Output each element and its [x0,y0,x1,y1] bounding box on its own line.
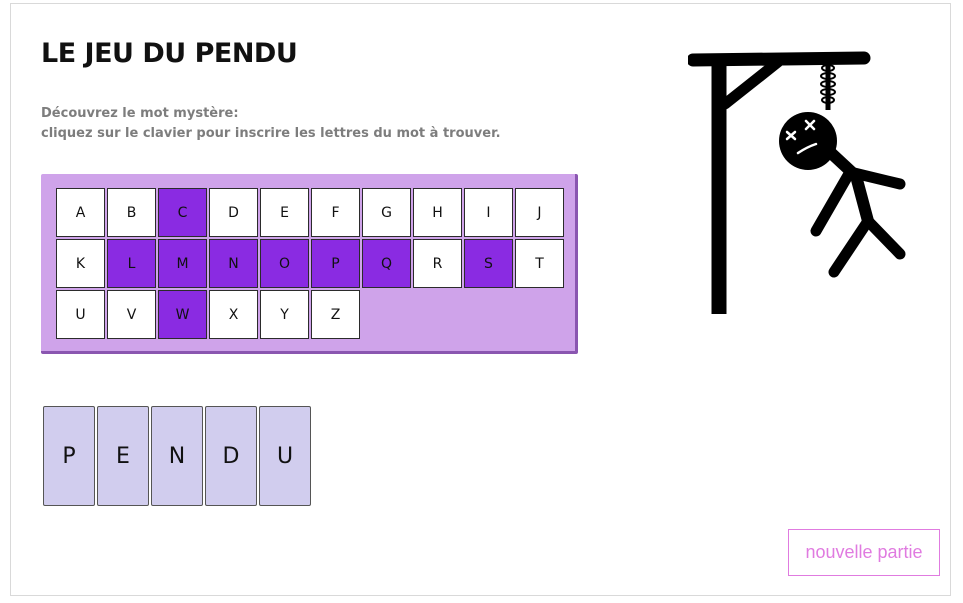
page-title: LE JEU DU PENDU [41,38,298,69]
key-e[interactable]: E [260,188,309,237]
key-w[interactable]: W [158,290,207,339]
key-k[interactable]: K [56,239,105,288]
instructions: Découvrez le mot mystère: cliquez sur le… [41,104,501,144]
word-letter-tile: D [205,406,257,506]
word-letter-tile: N [151,406,203,506]
key-f[interactable]: F [311,188,360,237]
key-t[interactable]: T [515,239,564,288]
new-game-button[interactable]: nouvelle partie [788,529,940,576]
key-y[interactable]: Y [260,290,309,339]
key-s[interactable]: S [464,239,513,288]
word-letter-tile: U [259,406,311,506]
key-c[interactable]: C [158,188,207,237]
instructions-line-1: Découvrez le mot mystère: [41,106,239,121]
key-q[interactable]: Q [362,239,411,288]
key-r[interactable]: R [413,239,462,288]
key-d[interactable]: D [209,188,258,237]
key-l[interactable]: L [107,239,156,288]
key-g[interactable]: G [362,188,411,237]
key-x[interactable]: X [209,290,258,339]
letter-keyboard: ABCDEFGHIJ KLMNOPQRST UVWXYZ [41,174,578,354]
instructions-line-2: cliquez sur le clavier pour inscrire les… [41,126,501,141]
key-i[interactable]: I [464,188,513,237]
key-n[interactable]: N [209,239,258,288]
key-z[interactable]: Z [311,290,360,339]
key-a[interactable]: A [56,188,105,237]
key-p[interactable]: P [311,239,360,288]
key-h[interactable]: H [413,188,462,237]
word-letter-tile: E [97,406,149,506]
key-m[interactable]: M [158,239,207,288]
word-letter-tile: P [43,406,95,506]
key-v[interactable]: V [107,290,156,339]
key-b[interactable]: B [107,188,156,237]
key-j[interactable]: J [515,188,564,237]
key-u[interactable]: U [56,290,105,339]
hanged-man-icon [688,51,906,314]
key-o[interactable]: O [260,239,309,288]
